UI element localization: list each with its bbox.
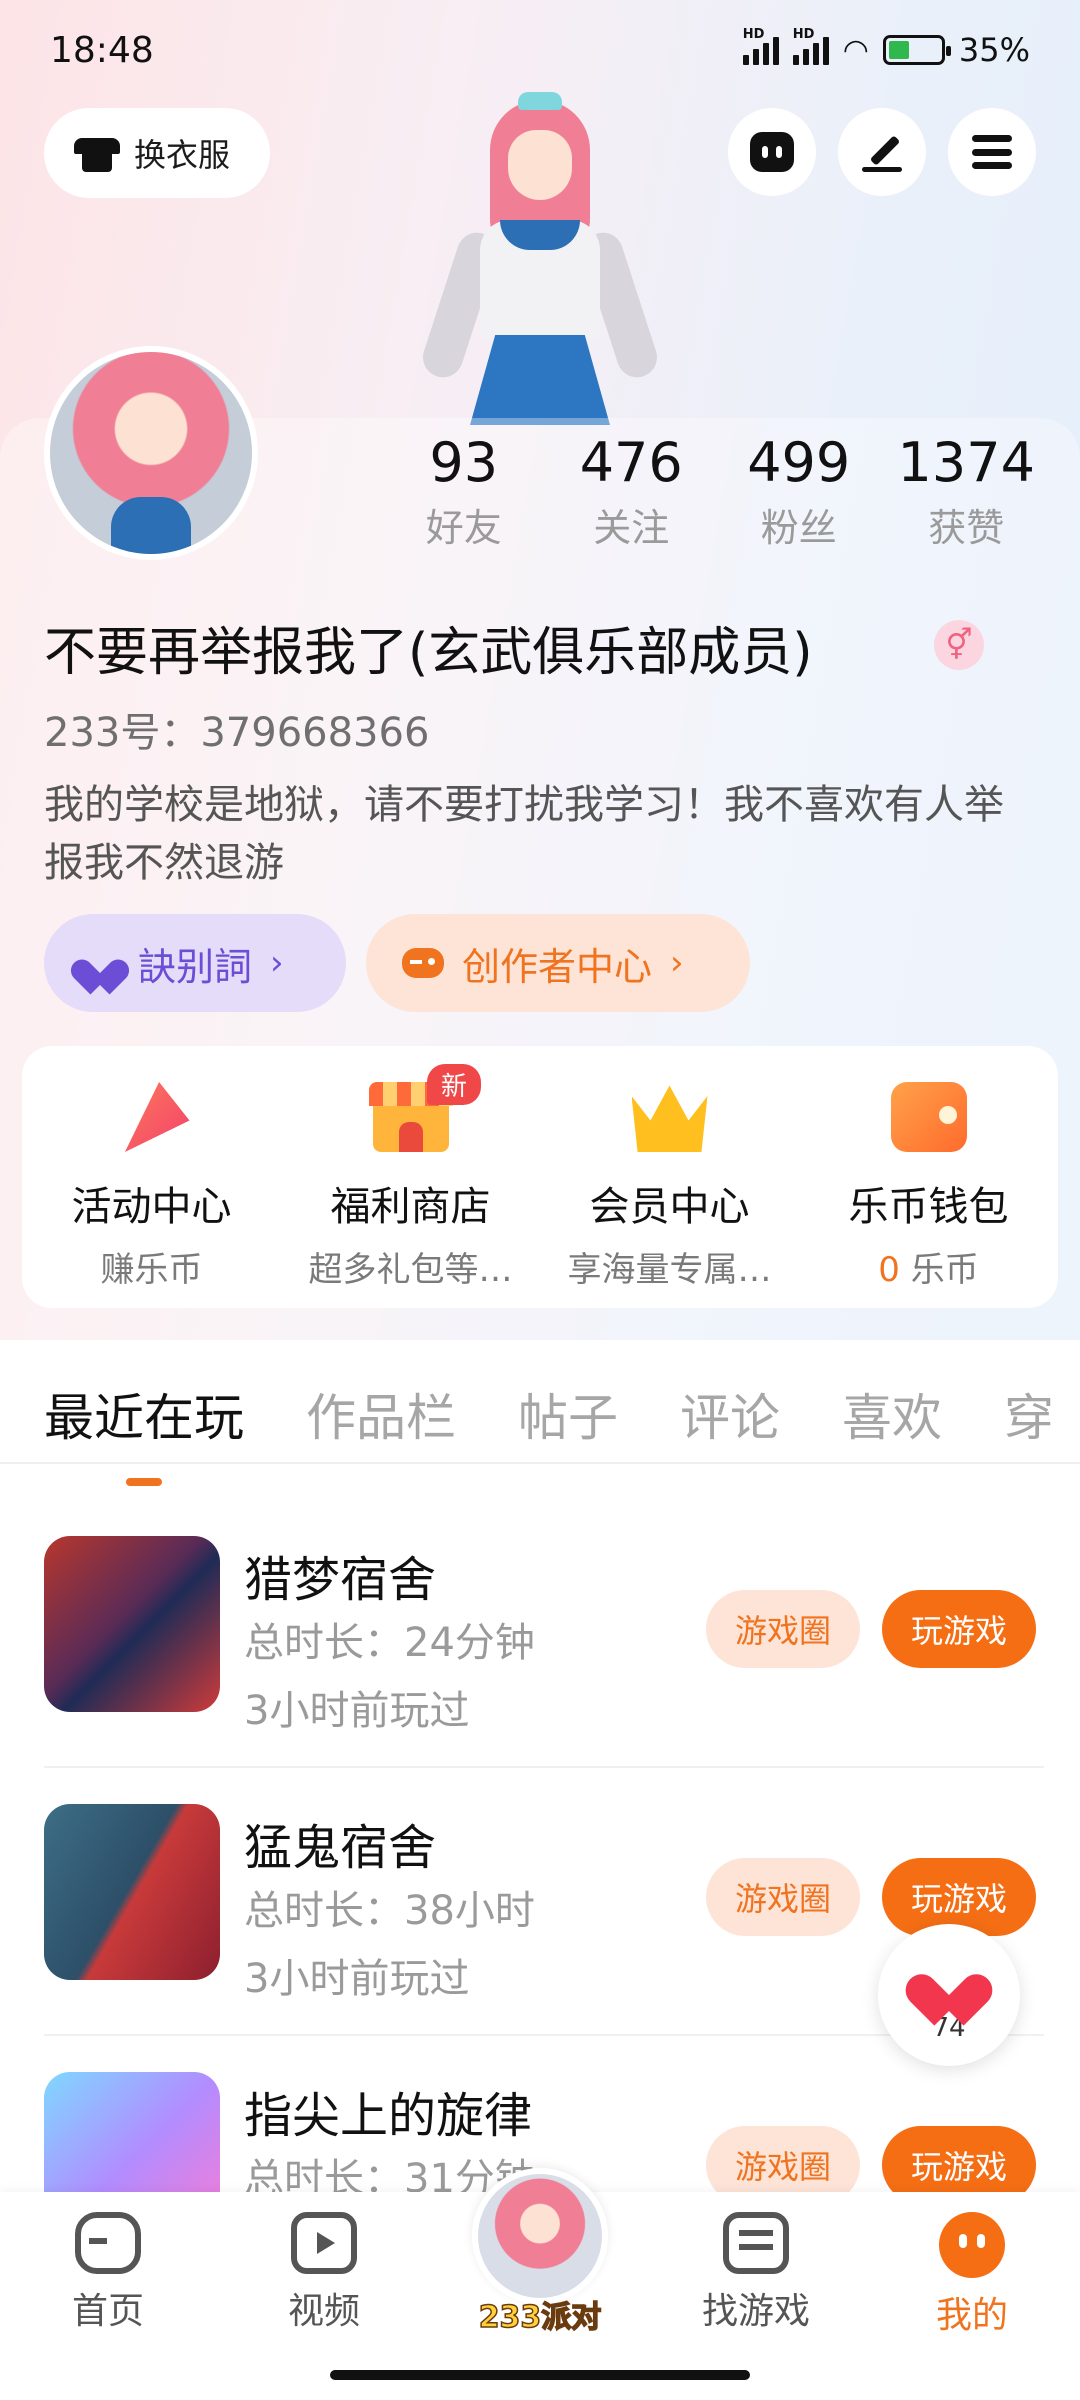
avatar-image bbox=[50, 352, 252, 554]
profile-face-icon bbox=[939, 2212, 1005, 2278]
gamepad-icon bbox=[75, 2212, 141, 2274]
home-indicator[interactable] bbox=[330, 2370, 750, 2380]
change-outfit-button[interactable]: 换衣服 bbox=[44, 108, 270, 198]
quick-link-vip[interactable]: 会员中心 享海量专属… bbox=[540, 1046, 799, 1308]
chat-icon bbox=[750, 132, 794, 172]
game-name: 猛鬼宿舍 bbox=[244, 1820, 437, 1876]
game-thumbnail[interactable] bbox=[44, 1536, 220, 1712]
quick-link-title: 活动中心 bbox=[71, 1184, 232, 1230]
chevron-right-icon: › bbox=[670, 943, 684, 983]
coin-count: 0 bbox=[878, 1250, 900, 1290]
gamepad-icon bbox=[402, 948, 444, 978]
user-bio: 我的学校是地狱，请不要打扰我学习！我不喜欢有人举报我不然退游 bbox=[44, 782, 1004, 886]
play-game-button[interactable]: 玩游戏 bbox=[882, 1590, 1036, 1668]
stat-friends[interactable]: 93 好友 bbox=[380, 428, 548, 558]
nav-home[interactable]: 首页 bbox=[18, 2212, 198, 2334]
menu-button[interactable] bbox=[948, 108, 1036, 196]
stat-following[interactable]: 476 关注 bbox=[548, 428, 716, 558]
game-playtime: 总时长：24分钟 bbox=[244, 1620, 535, 1666]
quick-link-title: 福利商店 bbox=[330, 1184, 491, 1230]
game-playtime: 总时长：38小时 bbox=[244, 1888, 535, 1934]
quick-link-title: 乐币钱包 bbox=[848, 1184, 1009, 1230]
nav-me[interactable]: 我的 bbox=[882, 2212, 1062, 2338]
quick-links: 活动中心 赚乐币 新 福利商店 超多礼包等… 会员中心 享海量专属… 乐币钱包 … bbox=[22, 1046, 1058, 1308]
quick-link-shop[interactable]: 新 福利商店 超多礼包等… bbox=[281, 1046, 540, 1308]
nav-video[interactable]: 视频 bbox=[234, 2212, 414, 2334]
stat-value: 1374 bbox=[897, 431, 1035, 494]
party-label: 233派对 bbox=[478, 2299, 602, 2336]
stat-likes[interactable]: 1374 获赞 bbox=[883, 428, 1051, 558]
stat-label: 关注 bbox=[593, 506, 670, 550]
video-icon bbox=[291, 2212, 357, 2274]
chevron-right-icon: › bbox=[270, 943, 284, 983]
cp-label: 訣别詞 bbox=[138, 944, 253, 989]
status-icons: HD HD ◠ 35% bbox=[742, 27, 1030, 69]
message-button[interactable] bbox=[728, 108, 816, 196]
menu-icon bbox=[972, 135, 1012, 169]
battery-icon bbox=[882, 35, 951, 65]
wifi-icon: ◠ bbox=[842, 32, 869, 68]
coin-unit: 乐币 bbox=[910, 1250, 979, 1290]
game-name: 猎梦宿舍 bbox=[244, 1552, 437, 1608]
quick-link-sub: 赚乐币 bbox=[100, 1250, 203, 1290]
quick-link-events[interactable]: 活动中心 赚乐币 bbox=[22, 1046, 281, 1308]
party-icon bbox=[124, 1082, 190, 1152]
change-outfit-label: 换衣服 bbox=[134, 136, 231, 174]
game-circle-button[interactable]: 游戏圈 bbox=[706, 1590, 860, 1668]
quick-link-wallet[interactable]: 乐币钱包 0 乐币 bbox=[799, 1046, 1058, 1308]
quick-link-sub: 享海量专属… bbox=[567, 1250, 772, 1290]
quick-link-sub: 超多礼包等… bbox=[308, 1250, 513, 1290]
creator-center-label: 创作者中心 bbox=[462, 944, 653, 989]
stat-value: 476 bbox=[579, 431, 683, 494]
edit-profile-button[interactable] bbox=[838, 108, 926, 196]
wallet-icon bbox=[890, 1082, 967, 1152]
nav-label: 视频 bbox=[287, 2291, 360, 2332]
status-time: 18:48 bbox=[50, 29, 154, 71]
user-id[interactable]: 233号：379668366 bbox=[44, 700, 429, 758]
quick-link-title: 会员中心 bbox=[589, 1184, 750, 1230]
stat-fans[interactable]: 499 粉丝 bbox=[715, 428, 883, 558]
crown-icon bbox=[631, 1085, 708, 1152]
game-thumbnail[interactable] bbox=[44, 1804, 220, 1980]
list-item[interactable]: 猎梦宿舍 总时长：24分钟 3小时前玩过 游戏圈 玩游戏 bbox=[44, 1500, 1044, 1768]
list-icon bbox=[723, 2212, 789, 2274]
shirt-icon bbox=[74, 134, 120, 172]
stat-label: 粉丝 bbox=[760, 506, 837, 550]
username: 不要再举报我了(玄武俱乐部成员) bbox=[44, 623, 813, 683]
game-last-played: 3小时前玩过 bbox=[244, 1956, 470, 2002]
gender-icon: ⚥ bbox=[934, 620, 984, 670]
stat-value: 499 bbox=[747, 431, 851, 494]
stat-value: 93 bbox=[429, 431, 499, 494]
stat-label: 好友 bbox=[425, 506, 502, 550]
like-float-button[interactable]: 74 bbox=[878, 1924, 1020, 2066]
creator-center-button[interactable]: 创作者中心 › bbox=[366, 914, 750, 1012]
nav-label: 我的 bbox=[935, 2295, 1008, 2336]
profile-stats: 93 好友 476 关注 499 粉丝 1374 获赞 bbox=[380, 428, 1050, 558]
nav-label: 找游戏 bbox=[701, 2291, 810, 2332]
game-name: 指尖上的旋律 bbox=[244, 2088, 533, 2144]
divider bbox=[0, 1462, 1080, 1464]
avatar[interactable] bbox=[44, 346, 258, 560]
edit-icon bbox=[862, 132, 902, 172]
stat-label: 获赞 bbox=[928, 506, 1005, 550]
game-circle-button[interactable]: 游戏圈 bbox=[706, 1858, 860, 1936]
heart-icon bbox=[919, 1953, 979, 2007]
battery-percent: 35% bbox=[958, 31, 1030, 69]
top-actions: 换衣服 bbox=[44, 108, 1036, 198]
quick-link-sub: 0 乐币 bbox=[878, 1242, 978, 1291]
game-last-played: 3小时前玩过 bbox=[244, 1688, 470, 1734]
signal-icon: HD bbox=[742, 27, 779, 65]
nav-find-games[interactable]: 找游戏 bbox=[666, 2212, 846, 2334]
nav-label: 首页 bbox=[71, 2291, 144, 2332]
heart-icon bbox=[80, 945, 120, 981]
signal-icon: HD bbox=[792, 27, 829, 65]
party-center-button[interactable] bbox=[472, 2168, 608, 2304]
cp-button[interactable]: 訣别詞 › bbox=[44, 914, 346, 1012]
new-badge: 新 bbox=[427, 1064, 482, 1105]
